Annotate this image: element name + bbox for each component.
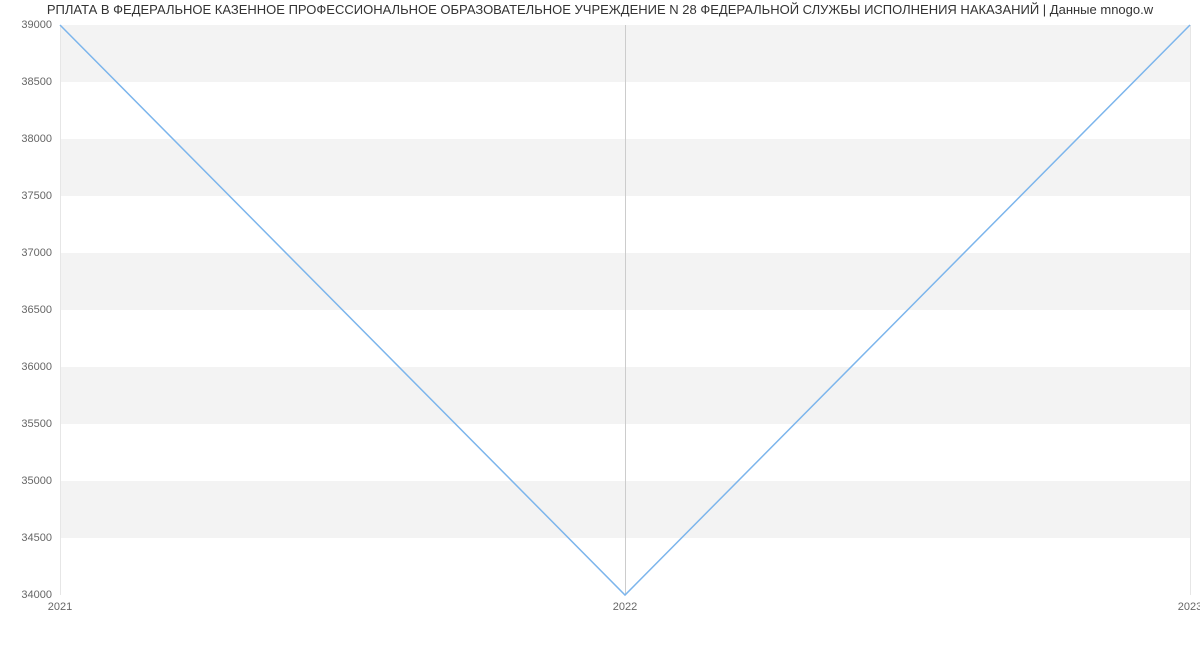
y-tick-label: 39000 bbox=[21, 19, 52, 31]
y-tick-label: 35000 bbox=[21, 475, 52, 487]
grid-line-vertical bbox=[1190, 25, 1191, 595]
y-tick-label: 37500 bbox=[21, 190, 52, 202]
chart-title: РПЛАТА В ФЕДЕРАЛЬНОЕ КАЗЕННОЕ ПРОФЕССИОН… bbox=[0, 2, 1200, 17]
series-line bbox=[60, 25, 1190, 595]
y-tick-label: 38500 bbox=[21, 76, 52, 88]
y-tick-label: 34000 bbox=[21, 589, 52, 601]
x-tick-label: 2023 bbox=[1178, 601, 1200, 613]
y-tick-label: 36500 bbox=[21, 304, 52, 316]
chart-svg bbox=[60, 25, 1190, 595]
x-tick-label: 2021 bbox=[48, 601, 72, 613]
y-tick-label: 35500 bbox=[21, 418, 52, 430]
y-tick-label: 34500 bbox=[21, 532, 52, 544]
y-tick-label: 38000 bbox=[21, 133, 52, 145]
x-tick-label: 2022 bbox=[613, 601, 637, 613]
plot-area: 3400034500350003550036000365003700037500… bbox=[60, 25, 1190, 595]
y-tick-label: 37000 bbox=[21, 247, 52, 259]
y-tick-label: 36000 bbox=[21, 361, 52, 373]
